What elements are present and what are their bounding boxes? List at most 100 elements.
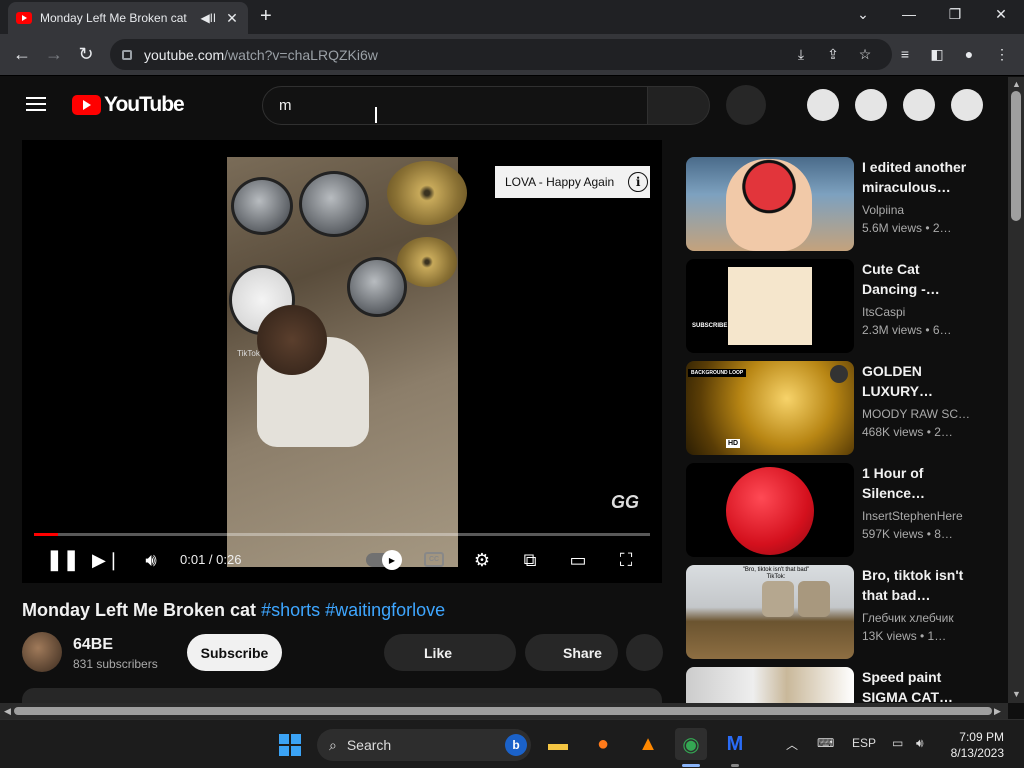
vertical-scroll-thumb[interactable] bbox=[1011, 91, 1021, 221]
hamburger-menu-icon[interactable] bbox=[26, 97, 46, 111]
recommendation-title[interactable]: Cute Cat Dancing -… bbox=[862, 259, 980, 299]
new-tab-button[interactable]: + bbox=[260, 5, 272, 28]
recommendation-title[interactable]: Speed paint SIGMA CAT… bbox=[862, 667, 980, 703]
recommendation-channel[interactable]: ItsCaspi bbox=[862, 305, 972, 319]
recommendation-card[interactable]: 1 Hour of Silence… InsertStephenHere 597… bbox=[686, 463, 986, 557]
subscribe-button[interactable]: Subscribe bbox=[187, 634, 282, 671]
bookmark-star-icon[interactable]: ☆ bbox=[856, 46, 874, 63]
horizontal-scroll-thumb[interactable] bbox=[14, 707, 992, 715]
keyboard-icon[interactable]: ⌨ bbox=[817, 736, 834, 750]
close-tab-icon[interactable]: ✕ bbox=[224, 10, 240, 27]
recommendation-title[interactable]: I edited another miraculous… bbox=[862, 157, 980, 197]
share-button[interactable]: Share bbox=[525, 634, 618, 671]
volume-icon[interactable]: 🔊︎ bbox=[139, 550, 163, 570]
recommendation-title[interactable]: GOLDEN LUXURY… bbox=[862, 361, 980, 401]
back-arrow-icon[interactable]: ← bbox=[11, 44, 33, 64]
miniplayer-icon[interactable]: ⧉ bbox=[518, 550, 542, 570]
close-window-button[interactable]: ✕ bbox=[991, 6, 1011, 23]
scroll-down-arrow-icon[interactable]: ▼ bbox=[1012, 689, 1021, 699]
youtube-logo-icon[interactable] bbox=[72, 95, 101, 115]
forward-arrow-icon[interactable]: → bbox=[43, 44, 65, 64]
info-icon[interactable]: i bbox=[628, 172, 649, 192]
like-button[interactable]: Like bbox=[384, 634, 516, 671]
scroll-up-arrow-icon[interactable]: ▲ bbox=[1012, 79, 1021, 89]
vlc-icon[interactable]: ▲ bbox=[632, 728, 664, 760]
recommendation-card[interactable]: Speed paint SIGMA CAT… bbox=[686, 667, 986, 703]
scroll-right-arrow-icon[interactable]: ▶ bbox=[994, 706, 1001, 717]
recommendation-thumbnail[interactable] bbox=[686, 157, 854, 251]
song-info-chip[interactable]: LOVA - Happy Again i bbox=[495, 166, 650, 198]
channel-watermark[interactable]: GG bbox=[611, 492, 639, 513]
chrome-icon[interactable]: ◉ bbox=[675, 728, 707, 760]
recommendation-thumbnail[interactable] bbox=[686, 463, 854, 557]
recommendation-thumbnail[interactable]: SUBSCRIBE bbox=[686, 259, 854, 353]
recommendation-channel[interactable]: Volpiina bbox=[862, 203, 972, 217]
settings-gear-icon[interactable]: ⚙ bbox=[470, 550, 494, 570]
language-indicator[interactable]: ESP bbox=[852, 736, 876, 750]
audio-playing-icon[interactable]: ◀ǀǀ bbox=[201, 11, 216, 25]
scroll-left-arrow-icon[interactable]: ◀ bbox=[4, 706, 11, 717]
recommendation-card[interactable]: BACKGROUND LOOP HD GOLDEN LUXURY… MOODY … bbox=[686, 361, 986, 455]
search-input[interactable]: m bbox=[262, 86, 648, 125]
account-avatar[interactable] bbox=[951, 89, 983, 121]
search-button[interactable] bbox=[647, 86, 710, 125]
reload-icon[interactable]: ↻ bbox=[75, 44, 97, 64]
browser-tab[interactable]: Monday Left Me Broken cat ◀ǀǀ ✕ bbox=[8, 2, 248, 34]
channel-avatar[interactable] bbox=[22, 632, 62, 672]
tab-search-icon[interactable]: ⌄ bbox=[853, 6, 873, 23]
recommendation-thumbnail[interactable]: BACKGROUND LOOP HD bbox=[686, 361, 854, 455]
recommendation-title[interactable]: 1 Hour of Silence… bbox=[862, 463, 980, 503]
address-bar[interactable]: youtube.com/watch?v=chaLRQZKi6w ⤓ ⇪ ☆ bbox=[110, 39, 892, 70]
recommendation-channel[interactable]: Глебчик хлебчик bbox=[862, 611, 972, 625]
taskbar-clock[interactable]: 7:09 PM 8/13/2023 bbox=[942, 729, 1004, 761]
recommendation-channel[interactable]: InsertStephenHere bbox=[862, 509, 972, 523]
file-explorer-icon[interactable]: ▬ bbox=[542, 728, 574, 760]
media-control-icon[interactable]: ≡ bbox=[896, 46, 914, 62]
volume-tray-icon[interactable]: 🔊︎ bbox=[916, 736, 924, 751]
next-icon[interactable]: ▶❘ bbox=[92, 550, 121, 570]
captions-icon[interactable]: CC bbox=[424, 552, 444, 567]
minimize-button[interactable]: — bbox=[899, 6, 919, 22]
menu-kebab-icon[interactable]: ⋮ bbox=[993, 46, 1011, 63]
youtube-logo-text[interactable]: YouTube bbox=[104, 93, 185, 117]
apps-button[interactable] bbox=[855, 89, 887, 121]
recommendation-channel[interactable]: MOODY RAW SC… bbox=[862, 407, 972, 421]
subscriber-count: 831 subscribers bbox=[73, 657, 158, 671]
fullscreen-icon[interactable]: ⛶ bbox=[614, 550, 638, 570]
hashtag-links[interactable]: #shorts #waitingforlove bbox=[261, 600, 445, 620]
voice-search-button[interactable] bbox=[726, 85, 766, 125]
firefox-icon[interactable]: ● bbox=[587, 728, 619, 760]
pause-icon[interactable]: ❚❚ bbox=[46, 550, 80, 570]
recommendation-card[interactable]: I edited another miraculous… Volpiina 5.… bbox=[686, 157, 986, 251]
windows-start-icon[interactable] bbox=[279, 734, 301, 756]
restore-button[interactable]: ❐ bbox=[945, 6, 965, 23]
bing-icon[interactable]: b bbox=[505, 734, 527, 756]
share-icon[interactable]: ⇪ bbox=[824, 46, 842, 63]
recommendation-thumbnail[interactable]: "Bro, tiktok isn't that bad" TikTok: bbox=[686, 565, 854, 659]
install-app-icon[interactable]: ⤓ bbox=[792, 46, 810, 63]
recommendation-card[interactable]: SUBSCRIBE Cute Cat Dancing -… ItsCaspi 2… bbox=[686, 259, 986, 353]
lock-icon[interactable] bbox=[122, 49, 132, 60]
tiktok-watermark: TikTok bbox=[237, 349, 260, 358]
recommendation-title[interactable]: Bro, tiktok isn't that bad… bbox=[862, 565, 980, 605]
drum-image bbox=[231, 177, 293, 235]
profile-icon[interactable]: ● bbox=[960, 46, 978, 62]
side-panel-icon[interactable]: ◧ bbox=[928, 46, 946, 63]
taskbar-search[interactable]: ⌕ Search b bbox=[317, 729, 531, 761]
recommendation-thumbnail[interactable] bbox=[686, 667, 854, 703]
vertical-scrollbar[interactable]: ▲ ▼ bbox=[1008, 77, 1024, 703]
create-button[interactable] bbox=[807, 89, 839, 121]
recommendation-card[interactable]: "Bro, tiktok isn't that bad" TikTok: Bro… bbox=[686, 565, 986, 659]
network-icon[interactable]: ▭ bbox=[892, 736, 903, 750]
notifications-button[interactable] bbox=[903, 89, 935, 121]
autoplay-toggle[interactable]: ▶ bbox=[366, 550, 402, 570]
video-player[interactable]: TikTok LOVA - Happy Again i GG ❚❚ ▶❘ 🔊︎ … bbox=[22, 140, 662, 583]
horizontal-scrollbar[interactable]: ◀ ▶ bbox=[0, 703, 1008, 719]
theater-mode-icon[interactable]: ▭ bbox=[566, 550, 590, 570]
more-actions-button[interactable] bbox=[626, 634, 663, 671]
channel-name[interactable]: 64BE bbox=[73, 636, 113, 654]
progress-bar[interactable] bbox=[34, 533, 650, 536]
tray-overflow-chevron-icon[interactable]: ︿ bbox=[786, 736, 798, 753]
video-frame[interactable]: TikTok bbox=[227, 157, 467, 567]
malwarebytes-icon[interactable]: M bbox=[719, 728, 751, 760]
